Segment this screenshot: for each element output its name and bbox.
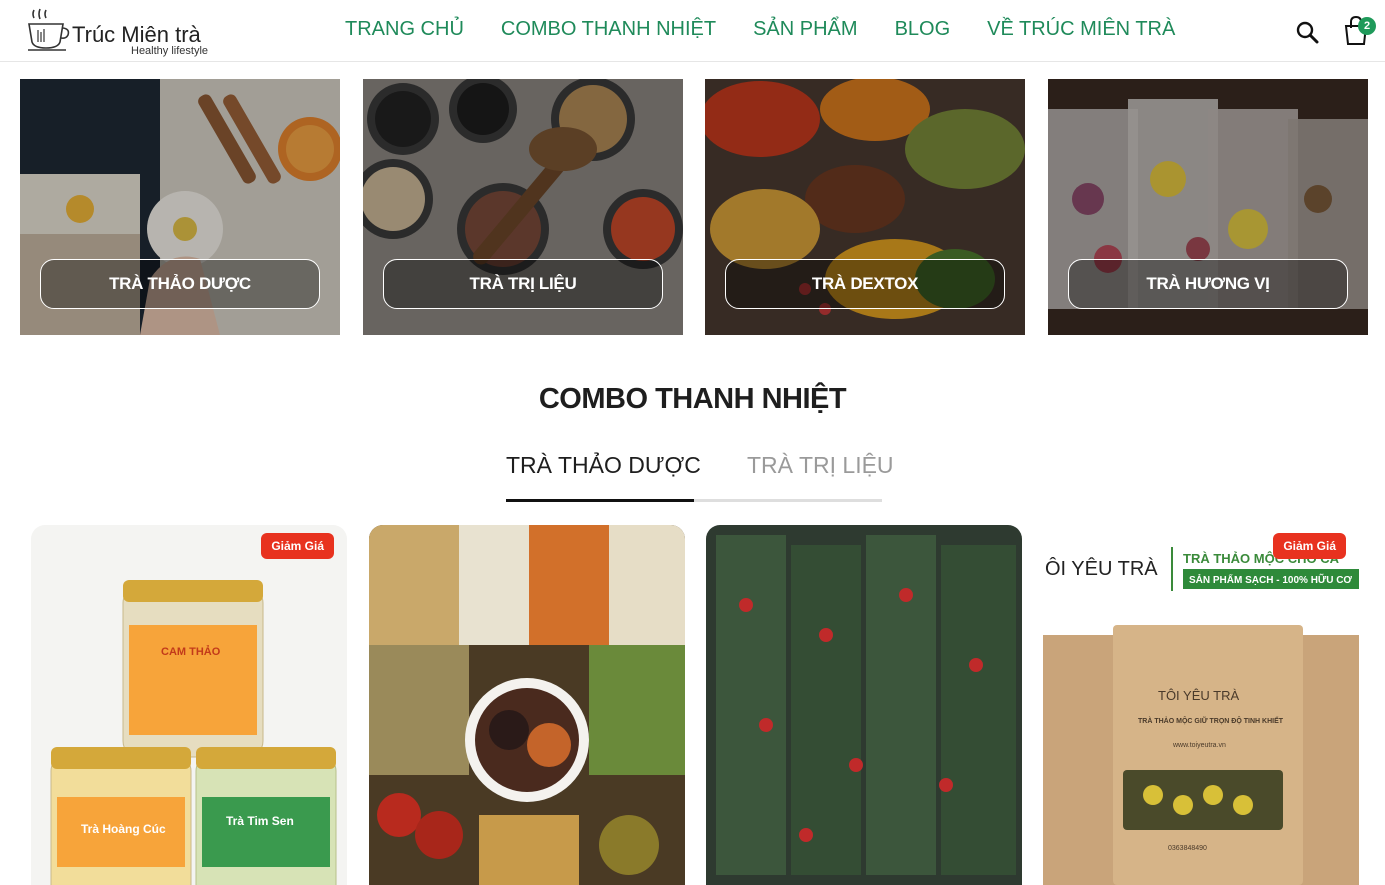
bag-phone: 0363848490 — [1168, 845, 1207, 852]
category-card-therapy[interactable]: TRÀ TRỊ LIỆU — [363, 79, 683, 335]
product-card[interactable]: CAM THẢO Trà Hoàng Cúc Trà Tim Sen Giảm … — [31, 525, 347, 885]
active-tab-indicator — [506, 499, 694, 502]
category-label[interactable]: TRÀ TRỊ LIỆU — [383, 259, 663, 309]
tab-herbal[interactable]: TRÀ THẢO DƯỢC — [506, 452, 701, 479]
category-label[interactable]: TRÀ HƯƠNG VỊ — [1068, 259, 1348, 309]
bag-brand-text: TÔI YÊU TRÀ — [1158, 688, 1239, 703]
jar-label: Trà Tim Sen — [226, 814, 294, 828]
toiyeutra-bags-photo: ÔI YÊU TRÀ TRÀ THẢO MỘC CHO CÁ SẢN PHẨM … — [1043, 525, 1359, 885]
herbal-packets-photo — [706, 525, 1022, 885]
site-header: Trúc Miên trà Healthy lifestyle TRANG CH… — [0, 0, 1385, 62]
jar-label: Trà Hoàng Cúc — [81, 822, 166, 836]
dried-herbs-photo — [369, 525, 685, 885]
tab-underline — [694, 499, 882, 502]
logo-tagline: Healthy lifestyle — [131, 45, 209, 57]
jar-label: CAM THẢO — [161, 645, 221, 658]
category-card-detox[interactable]: TRÀ DEXTOX — [705, 79, 1025, 335]
section-title: COMBO THANH NHIỆT — [538, 383, 847, 415]
bag-url: www.toiyeutra.vn — [1172, 742, 1226, 749]
search-icon[interactable] — [1295, 20, 1319, 44]
product-card[interactable] — [369, 525, 685, 885]
nav-combo[interactable]: COMBO THANH NHIỆT — [501, 18, 716, 41]
cart-count-badge: 2 — [1358, 17, 1376, 35]
brand-text: ÔI YÊU TRÀ — [1045, 557, 1158, 580]
logo[interactable]: Trúc Miên trà Healthy lifestyle — [26, 6, 226, 58]
nav-blog[interactable]: BLOG — [895, 18, 951, 41]
sale-badge: Giảm Giá — [261, 533, 334, 559]
nav-home[interactable]: TRANG CHỦ — [345, 18, 464, 41]
tab-therapy[interactable]: TRÀ TRỊ LIỆU — [747, 452, 894, 479]
nav-products[interactable]: SẢN PHẨM — [753, 18, 857, 41]
tea-jars-photo: CAM THẢO Trà Hoàng Cúc Trà Tim Sen — [31, 525, 347, 885]
product-card[interactable] — [706, 525, 1022, 885]
nav-about[interactable]: VỀ TRÚC MIÊN TRÀ — [987, 18, 1175, 41]
category-card-herbal[interactable]: TRÀ THẢO DƯỢC — [20, 79, 340, 335]
main-nav: TRANG CHỦ COMBO THANH NHIỆT SẢN PHẨM BLO… — [345, 18, 1212, 41]
category-card-flavor[interactable]: TRÀ HƯƠNG VỊ — [1048, 79, 1368, 335]
category-label[interactable]: TRÀ THẢO DƯỢC — [40, 259, 320, 309]
sale-badge: Giảm Giá — [1273, 533, 1346, 559]
tea-cup-logo-icon — [28, 8, 70, 51]
subhead-text: SẢN PHẨM SẠCH - 100% HỮU CƠ — [1189, 573, 1352, 586]
category-label[interactable]: TRÀ DEXTOX — [725, 259, 1005, 309]
cart-button[interactable]: 2 — [1341, 14, 1377, 46]
category-tabs: TRÀ THẢO DƯỢC TRÀ TRỊ LIỆU — [506, 452, 894, 504]
product-card[interactable]: ÔI YÊU TRÀ TRÀ THẢO MỘC CHO CÁ SẢN PHẨM … — [1043, 525, 1359, 885]
